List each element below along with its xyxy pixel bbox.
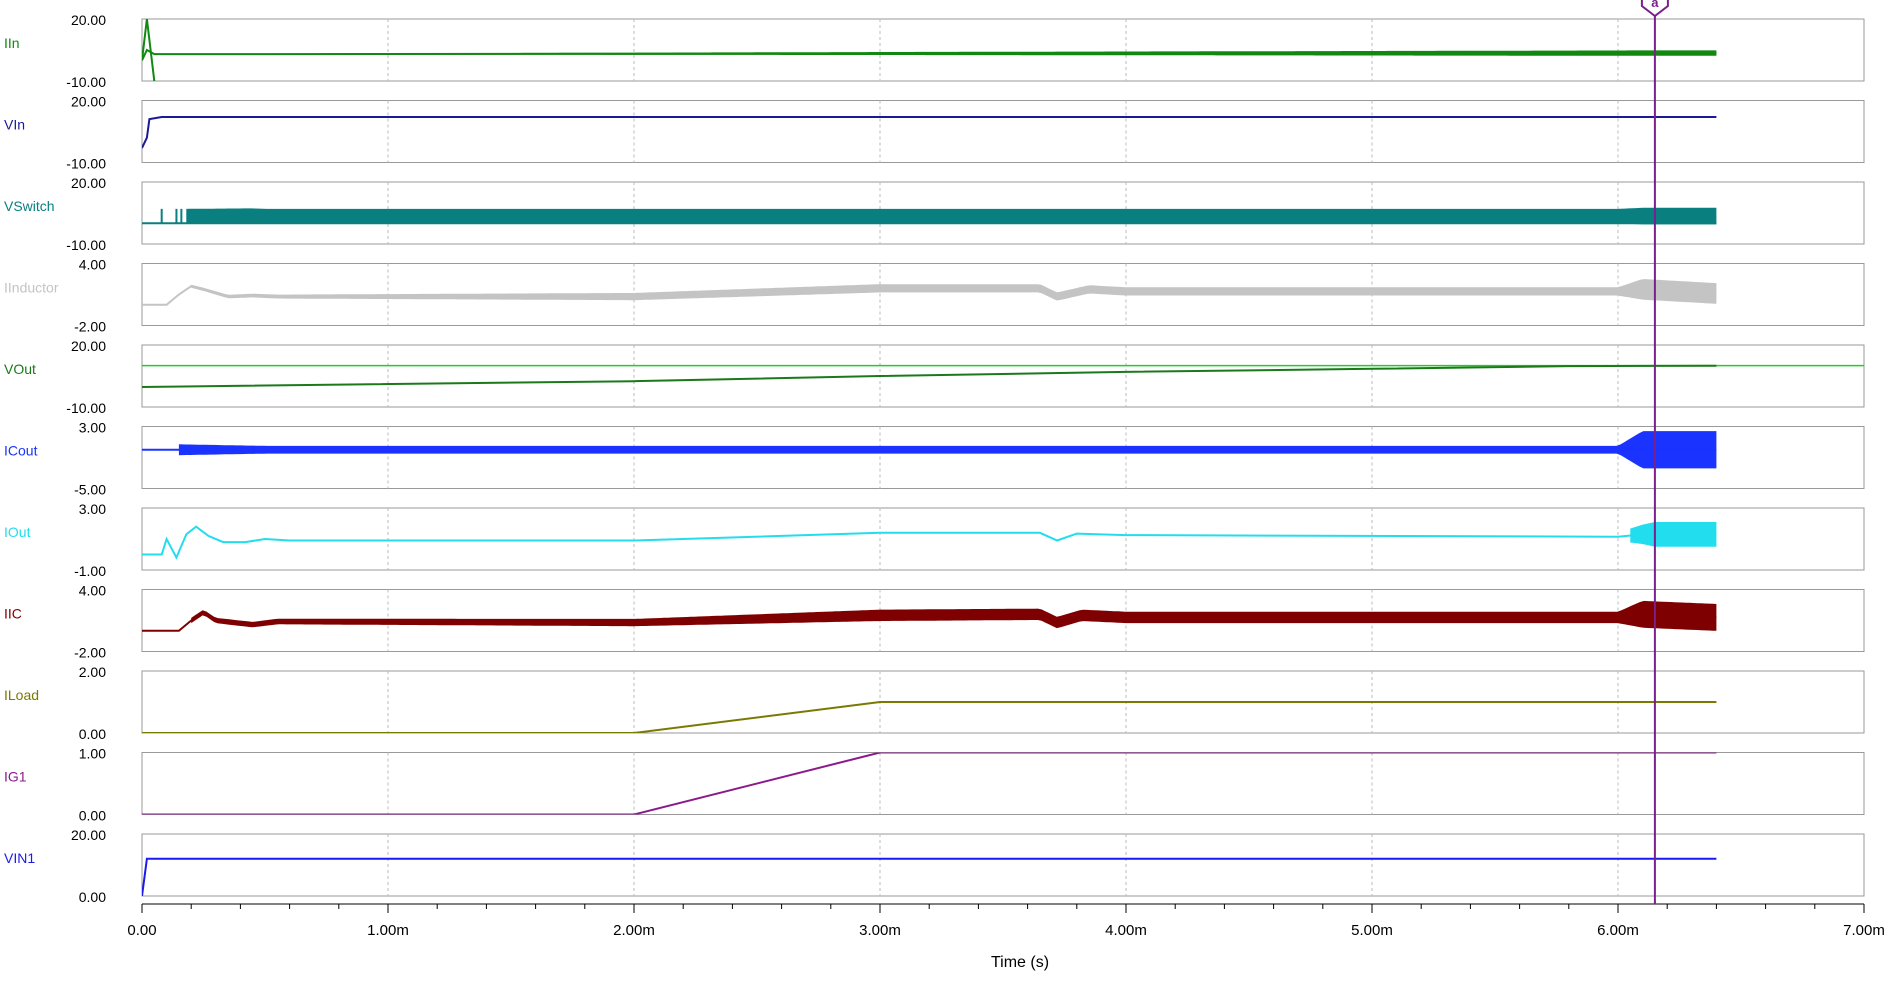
series-label-iinductor: IInductor bbox=[4, 280, 59, 296]
panel-iout: IOut 3.00 -1.00 bbox=[4, 501, 1865, 579]
y-tick-label: 1.00 bbox=[79, 746, 106, 762]
series-label-iload: ILoad bbox=[4, 687, 39, 703]
x-tick-label: 0.00 bbox=[127, 922, 156, 939]
series-label-ig1: IG1 bbox=[4, 769, 27, 785]
y-tick-label: 3.00 bbox=[79, 420, 106, 436]
panel-frame bbox=[141, 833, 1865, 897]
x-tick-label: 5.00m bbox=[1351, 922, 1393, 939]
y-tick-label: -2.00 bbox=[74, 645, 106, 661]
panel-iic: IIC 4.00 -2.00 bbox=[4, 583, 1865, 661]
y-tick-label: -2.00 bbox=[74, 319, 106, 335]
cursor-label: a bbox=[1651, 0, 1659, 10]
series-label-vswitch: VSwitch bbox=[4, 198, 55, 214]
panel-stack: IIn 20.00 -10.00 VIn 20.00 -10.00 VSwitch 20.00… bbox=[4, 12, 1865, 905]
y-tick-label: -10.00 bbox=[66, 74, 106, 90]
x-tick-label: 3.00m bbox=[859, 922, 901, 939]
y-tick-label: 20.00 bbox=[71, 12, 106, 28]
y-tick-label: 20.00 bbox=[71, 175, 106, 191]
x-tick-label: 4.00m bbox=[1105, 922, 1147, 939]
panel-frame bbox=[141, 752, 1865, 815]
x-tick-label: 7.00m bbox=[1843, 922, 1885, 939]
y-tick-label: -1.00 bbox=[74, 563, 106, 579]
y-tick-label: 20.00 bbox=[71, 827, 106, 843]
series-vswitch bbox=[142, 207, 1717, 225]
panel-icout: ICout 3.00 -5.00 bbox=[4, 420, 1865, 498]
y-tick-label: -5.00 bbox=[74, 482, 106, 498]
y-tick-label: 2.00 bbox=[79, 664, 106, 680]
y-tick-label: 0.00 bbox=[79, 808, 106, 824]
panel-ig1: IG1 1.00 0.00 bbox=[4, 746, 1865, 824]
y-tick-label: 20.00 bbox=[71, 338, 106, 354]
panel-frame bbox=[141, 18, 1865, 82]
series-label-iic: IIC bbox=[4, 606, 22, 622]
panel-vin: VIn 20.00 -10.00 bbox=[4, 94, 1865, 172]
series-label-vin1: VIN1 bbox=[4, 850, 35, 866]
panel-frame bbox=[141, 100, 1865, 163]
y-tick-label: 3.00 bbox=[79, 501, 106, 517]
y-tick-label: 4.00 bbox=[79, 257, 106, 273]
y-tick-label: -10.00 bbox=[66, 400, 106, 416]
panel-vout: VOut 20.00 -10.00 bbox=[4, 338, 1865, 416]
ripple-band bbox=[186, 207, 1717, 225]
x-tick-label: 6.00m bbox=[1597, 922, 1639, 939]
panel-vin1: VIN1 20.00 0.00 bbox=[4, 827, 1865, 905]
series-label-vin: VIn bbox=[4, 117, 25, 133]
panel-frame bbox=[141, 344, 1865, 408]
panel-iload: ILoad 2.00 0.00 bbox=[4, 664, 1865, 742]
y-tick-label: 4.00 bbox=[79, 583, 106, 599]
panel-frame bbox=[141, 507, 1865, 571]
waveform-chart: IIn 20.00 -10.00 VIn 20.00 -10.00 VSwitch 20.00… bbox=[4, 0, 1885, 971]
y-tick-label: 0.00 bbox=[79, 726, 106, 742]
panel-frame bbox=[141, 426, 1865, 489]
series-label-vout: VOut bbox=[4, 361, 36, 377]
panel-vswitch: VSwitch 20.00 -10.00 bbox=[4, 175, 1865, 253]
panel-iin: IIn 20.00 -10.00 bbox=[4, 12, 1865, 90]
x-axis-label: Time (s) bbox=[991, 954, 1049, 971]
y-tick-label: 0.00 bbox=[79, 889, 106, 905]
series-label-icout: ICout bbox=[4, 443, 38, 459]
y-tick-label: 20.00 bbox=[71, 94, 106, 110]
series-label-iin: IIn bbox=[4, 35, 20, 51]
x-axis: 0.00 1.00m 2.00m 3.00m 4.00m 5.00m 6.00m 7.00m bbox=[127, 903, 1885, 939]
y-tick-label: -10.00 bbox=[66, 156, 106, 172]
panel-iinductor: IInductor 4.00 -2.00 bbox=[4, 257, 1865, 335]
y-tick-label: -10.00 bbox=[66, 237, 106, 253]
series-label-iout: IOut bbox=[4, 524, 31, 540]
x-tick-label: 1.00m bbox=[367, 922, 409, 939]
x-tick-label: 2.00m bbox=[613, 922, 655, 939]
